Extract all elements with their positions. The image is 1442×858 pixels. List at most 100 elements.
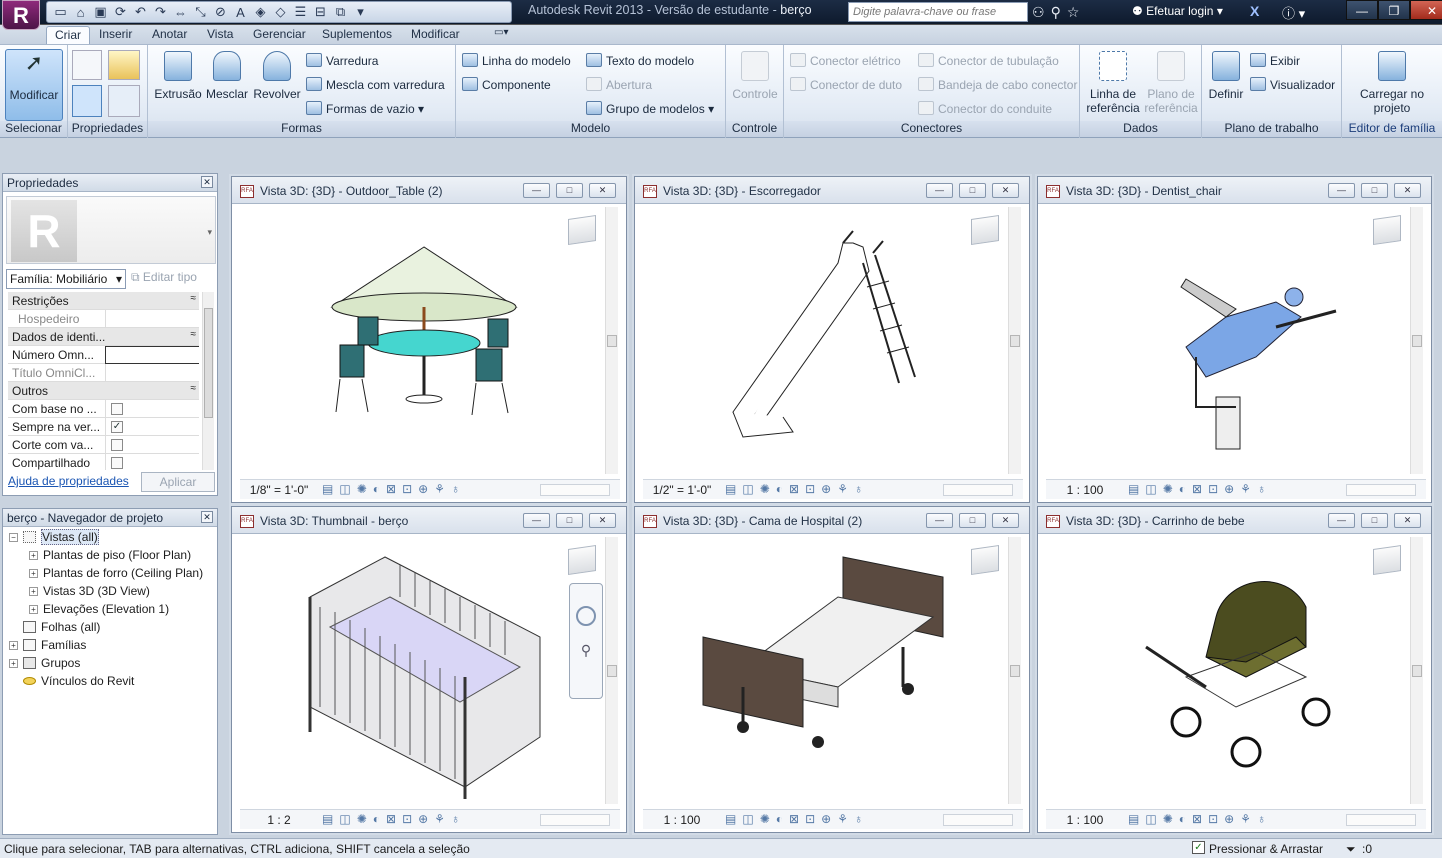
tab-criar[interactable]: Criar (46, 26, 90, 44)
shadows-icon[interactable]: ◐ (373, 812, 380, 826)
shadows-icon[interactable]: ◐ (776, 482, 783, 496)
view-window-hospital-bed[interactable]: RFA Vista 3D: {3D} - Cama de Hospital (2)… (634, 506, 1030, 833)
crop-view-icon[interactable]: ⊠ (1192, 812, 1202, 826)
electrical-connector-button[interactable]: Conector elétrico (790, 53, 901, 68)
tree-item-ceiling-plans[interactable]: + Plantas de forro (Ceiling Plan) (29, 566, 203, 580)
show-crop-icon[interactable]: ⊡ (805, 812, 815, 826)
sun-path-icon[interactable]: ✺ (760, 812, 770, 826)
show-crop-icon[interactable]: ⊡ (1208, 482, 1218, 496)
customize-qat-icon[interactable]: ▾ (352, 4, 369, 20)
crop-view-icon[interactable]: ⊠ (789, 482, 799, 496)
reveal-hidden-icon[interactable]: ♁ (854, 482, 863, 496)
lock-3d-icon[interactable]: ⊕ (418, 482, 428, 496)
checkbox[interactable] (111, 439, 123, 451)
visual-style-icon[interactable]: ◫ (339, 482, 350, 496)
property-row[interactable]: Compartilhado (8, 454, 199, 470)
void-forms-button[interactable]: Formas de vazio ▾ (306, 101, 424, 116)
sun-path-icon[interactable]: ✺ (760, 482, 770, 496)
view-canvas[interactable] (1046, 207, 1414, 474)
vertical-scrollbar[interactable] (1008, 537, 1021, 804)
control-button[interactable]: Controle (728, 51, 782, 101)
horizontal-scrollbar[interactable] (1346, 484, 1416, 496)
category-dados[interactable]: Dados de identi... ≈ (8, 328, 199, 346)
vertical-scrollbar[interactable] (1008, 207, 1021, 474)
filter-icon[interactable]: ⏷ (1346, 842, 1356, 857)
viewcube-icon[interactable] (1373, 215, 1401, 245)
view-canvas[interactable] (240, 537, 608, 804)
sun-path-icon[interactable]: ✺ (357, 812, 367, 826)
minimize-button[interactable]: — (1328, 183, 1355, 198)
apply-button[interactable]: Aplicar (141, 472, 215, 492)
sun-path-icon[interactable]: ✺ (1163, 812, 1173, 826)
checkbox[interactable] (111, 403, 123, 415)
dimension-icon[interactable]: ⤡ (192, 4, 209, 20)
tree-item-revit-links[interactable]: Vínculos do Revit (23, 674, 134, 688)
crop-view-icon[interactable]: ⊠ (386, 482, 396, 496)
tree-item-floor-plans[interactable]: + Plantas de piso (Floor Plan) (29, 548, 191, 562)
horizontal-scrollbar[interactable] (943, 814, 1013, 826)
view-scale[interactable]: 1 : 100 (1050, 813, 1120, 827)
family-types-icon[interactable] (108, 50, 140, 80)
revolve-button[interactable]: Revolver (252, 51, 302, 101)
show-crop-icon[interactable]: ⊡ (1208, 812, 1218, 826)
tab-vista[interactable]: Vista (199, 26, 241, 44)
properties-toggle-icon[interactable] (72, 85, 102, 117)
lock-3d-icon[interactable]: ⊕ (418, 812, 428, 826)
viewcube-icon[interactable] (971, 545, 999, 575)
viewcube-icon[interactable] (971, 215, 999, 245)
exchange-icon[interactable]: X (1250, 3, 1259, 19)
view-scale[interactable]: 1 : 2 (244, 813, 314, 827)
close-button[interactable]: ✕ (589, 513, 616, 528)
view-window-escorregador[interactable]: RFA Vista 3D: {3D} - Escorregador — □ ✕ 1/2… (634, 176, 1030, 503)
switch-windows-icon[interactable]: ⧉ (332, 4, 349, 20)
zoom-icon[interactable]: ⚲ (570, 642, 602, 659)
tree-item-views[interactable]: − Vistas (all) (9, 529, 99, 545)
sun-path-icon[interactable]: ✺ (357, 482, 367, 496)
component-button[interactable]: Componente (462, 77, 551, 92)
view-canvas[interactable] (643, 537, 1011, 804)
lock-3d-icon[interactable]: ⊕ (1224, 812, 1234, 826)
application-menu-button[interactable]: R (2, 0, 40, 30)
steering-wheel-icon[interactable] (576, 606, 596, 626)
binoculars-icon[interactable]: ⚇ (1032, 4, 1045, 21)
navigation-bar[interactable]: ⚲ (569, 583, 603, 699)
family-category-icon[interactable] (72, 50, 102, 80)
maximize-button[interactable]: □ (556, 183, 583, 198)
minimize-button[interactable]: — (523, 513, 550, 528)
reveal-hidden-icon[interactable]: ♁ (451, 812, 460, 826)
star-icon[interactable]: ☆ (1067, 4, 1080, 21)
close-hidden-icon[interactable]: ⊟ (312, 4, 329, 20)
tree-item-sheets[interactable]: Folhas (all) (23, 620, 100, 634)
checkbox-checked[interactable]: ✓ (111, 421, 123, 433)
extrusion-button[interactable]: Extrusão (154, 51, 202, 101)
property-row[interactable]: Número Omn... (8, 346, 199, 364)
subscription-icon[interactable]: ⚲ (1051, 4, 1061, 21)
maximize-button[interactable]: □ (556, 513, 583, 528)
viewcube-icon[interactable] (568, 545, 596, 575)
save-icon[interactable]: ▣ (92, 4, 109, 20)
close-button[interactable]: ✕ (589, 183, 616, 198)
section-icon[interactable]: ◇ (272, 4, 289, 20)
horizontal-scrollbar[interactable] (540, 814, 610, 826)
load-into-project-button[interactable]: Carregar no projeto (1350, 51, 1434, 115)
temp-hide-icon[interactable]: ⚘ (434, 812, 445, 826)
reveal-hidden-icon[interactable]: ♁ (1257, 812, 1266, 826)
minimize-button[interactable]: — (1346, 0, 1378, 20)
tree-item-elevations[interactable]: + Elevações (Elevation 1) (29, 602, 169, 616)
vertical-scrollbar[interactable] (605, 207, 618, 474)
close-button[interactable]: ✕ (1394, 513, 1421, 528)
restore-button[interactable]: ❐ (1378, 0, 1410, 20)
reveal-hidden-icon[interactable]: ♁ (451, 482, 460, 496)
ribbon-options-icon[interactable]: ▭▾ (486, 26, 516, 44)
property-row[interactable]: Corte com va... (8, 436, 199, 454)
tag-icon[interactable]: ⊘ (212, 4, 229, 20)
property-row[interactable]: Título OmniCl... (8, 364, 199, 382)
maximize-button[interactable]: □ (959, 513, 986, 528)
view-window-baby-carriage[interactable]: RFA Vista 3D: {3D} - Carrinho de bebe — □ ✕… (1037, 506, 1432, 833)
family-filter-select[interactable]: Família: Mobiliário ▾ (6, 269, 126, 289)
visual-style-icon[interactable]: ◫ (1145, 482, 1156, 496)
view-canvas[interactable] (643, 207, 1011, 474)
tree-item-3d-views[interactable]: + Vistas 3D (3D View) (29, 584, 150, 598)
horizontal-scrollbar[interactable] (943, 484, 1013, 496)
property-row[interactable]: Hospedeiro (8, 310, 199, 328)
